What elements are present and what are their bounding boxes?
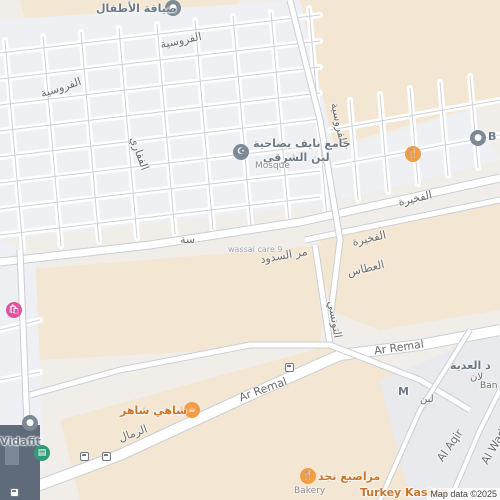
mosque-label-line1[interactable]: جامع نايف بضاحية bbox=[253, 138, 351, 149]
bakery-icon[interactable]: 🍴 bbox=[300, 468, 316, 484]
gym-icon[interactable]: ● bbox=[22, 415, 38, 431]
street-label-wassai: wassai care 9 bbox=[228, 245, 283, 254]
east-b-label[interactable]: B bbox=[488, 131, 496, 142]
bus-stop-icon[interactable] bbox=[285, 363, 294, 372]
bus-stop-icon[interactable] bbox=[10, 488, 19, 497]
bus-stop-icon[interactable] bbox=[102, 452, 111, 461]
laan-label: لان bbox=[470, 372, 484, 383]
vidafit-label[interactable]: Vidafit bbox=[0, 436, 41, 447]
street-label-east: لبن bbox=[420, 394, 434, 405]
restaurant-icon-east[interactable]: 🍴 bbox=[405, 146, 421, 162]
map-attribution[interactable]: Map data ©2025 bbox=[427, 488, 500, 500]
mosque-sublabel: Mosque bbox=[255, 161, 290, 171]
bus-stop-icon[interactable] bbox=[80, 452, 89, 461]
masjid-label[interactable]: M bbox=[398, 386, 409, 397]
najd-bakery-label[interactable]: مراصيع نجد bbox=[318, 471, 380, 482]
shopping-icon[interactable]: 🛍 bbox=[6, 302, 22, 318]
place-icon-east[interactable]: ● bbox=[470, 130, 486, 146]
najd-bakery-sublabel: Bakery bbox=[294, 486, 326, 496]
shahi-shaher-label[interactable]: شاهي شاهر bbox=[120, 405, 187, 416]
al-adiya-label[interactable]: د العدية bbox=[450, 360, 491, 371]
east-banner-label: Ban bbox=[480, 381, 498, 391]
street-label-misc: سة bbox=[180, 233, 196, 246]
north-place-label[interactable]: ضيافة الأطفال bbox=[96, 3, 177, 14]
map-view[interactable]: الفروسية الفروسية الفروسية الفقاري الفخي… bbox=[0, 0, 500, 500]
green-store-icon[interactable]: ▤ bbox=[34, 445, 50, 461]
mosque-icon[interactable]: ☪ bbox=[233, 144, 249, 160]
